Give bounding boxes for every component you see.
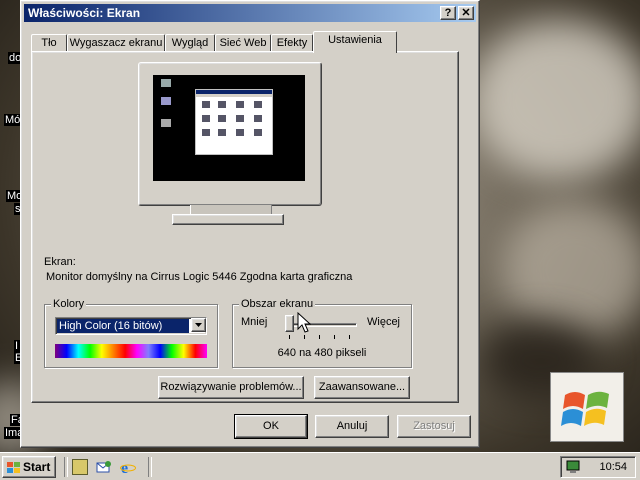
- settings-panel: Ekran: Monitor domyślny na Cirrus Logic …: [31, 51, 459, 403]
- windows-logo-icon: [550, 372, 624, 442]
- window-title: Właściwości: Ekran: [28, 6, 141, 20]
- display-properties-window: Właściwości: Ekran ? ✕ Tło Wygaszacz ekr…: [20, 0, 480, 448]
- preview-desktop-icon: [161, 97, 171, 105]
- help-button[interactable]: ?: [440, 6, 456, 20]
- preview-desktop-icon: [161, 79, 171, 87]
- show-desktop-icon[interactable]: [72, 459, 88, 475]
- colors-selected-value: High Color (16 bitów): [57, 319, 189, 333]
- preview-taskbar: [153, 181, 305, 189]
- colors-group: Kolory High Color (16 bitów): [44, 298, 218, 368]
- windows-flag-icon: [7, 462, 20, 474]
- close-button[interactable]: ✕: [458, 6, 474, 20]
- screen-area-group: Obszar ekranu Mniej Więcej 640 na 480 pi…: [232, 298, 412, 368]
- taskbar-divider: [148, 457, 152, 477]
- display-settings-icon[interactable]: [565, 459, 581, 475]
- preview-desktop-icon: [161, 119, 171, 127]
- monitor-screen: [153, 75, 305, 189]
- tab-appearance[interactable]: Wygląd: [165, 34, 215, 51]
- apply-button[interactable]: Zastosuj: [397, 415, 471, 438]
- chevron-down-icon[interactable]: [191, 318, 206, 332]
- troubleshoot-button[interactable]: Rozwiązywanie problemów...: [158, 376, 304, 399]
- monitor-bezel: [138, 62, 322, 206]
- slider-thumb[interactable]: [285, 315, 294, 332]
- tab-background[interactable]: Tło: [31, 34, 67, 51]
- tab-screensaver[interactable]: Wygaszacz ekranu: [67, 34, 165, 51]
- slider-track: [285, 323, 357, 327]
- monitor-preview: [138, 62, 322, 242]
- title-bar[interactable]: Właściwości: Ekran ? ✕: [24, 4, 476, 22]
- ok-button[interactable]: OK: [234, 414, 308, 439]
- tab-settings[interactable]: Ustawienia: [313, 31, 397, 53]
- advanced-button[interactable]: Zaawansowane...: [314, 376, 410, 399]
- screen-area-group-label: Obszar ekranu: [239, 298, 316, 310]
- slider-ticks: [289, 335, 355, 339]
- display-label: Ekran:: [44, 256, 76, 268]
- cancel-button[interactable]: Anuluj: [315, 415, 389, 438]
- colors-group-label: Kolory: [51, 298, 87, 310]
- more-label: Więcej: [367, 316, 401, 328]
- start-label: Start: [23, 460, 51, 474]
- colors-dropdown[interactable]: High Color (16 bitów): [55, 317, 207, 335]
- tab-web[interactable]: Sieć Web: [215, 34, 271, 51]
- system-tray: 10:54: [560, 456, 636, 478]
- svg-text:e: e: [121, 460, 128, 475]
- tab-effects[interactable]: Efekty: [271, 34, 313, 51]
- mouse-cursor-icon: [297, 312, 311, 333]
- taskbar: Start e 10:54: [0, 452, 640, 480]
- outlook-express-icon[interactable]: [96, 459, 112, 475]
- clock[interactable]: 10:54: [599, 461, 627, 473]
- color-spectrum-bar: [55, 344, 207, 358]
- resolution-slider[interactable]: [285, 315, 357, 339]
- start-button[interactable]: Start: [2, 456, 56, 478]
- less-label: Mniej: [241, 316, 268, 328]
- preview-window: [195, 89, 273, 155]
- monitor-base: [172, 214, 284, 225]
- resolution-text: 640 na 480 pikseli: [277, 347, 367, 359]
- internet-explorer-icon[interactable]: e: [120, 459, 136, 477]
- display-value: Monitor domyślny na Cirrus Logic 5446 Zg…: [46, 271, 353, 283]
- taskbar-divider: [64, 457, 68, 477]
